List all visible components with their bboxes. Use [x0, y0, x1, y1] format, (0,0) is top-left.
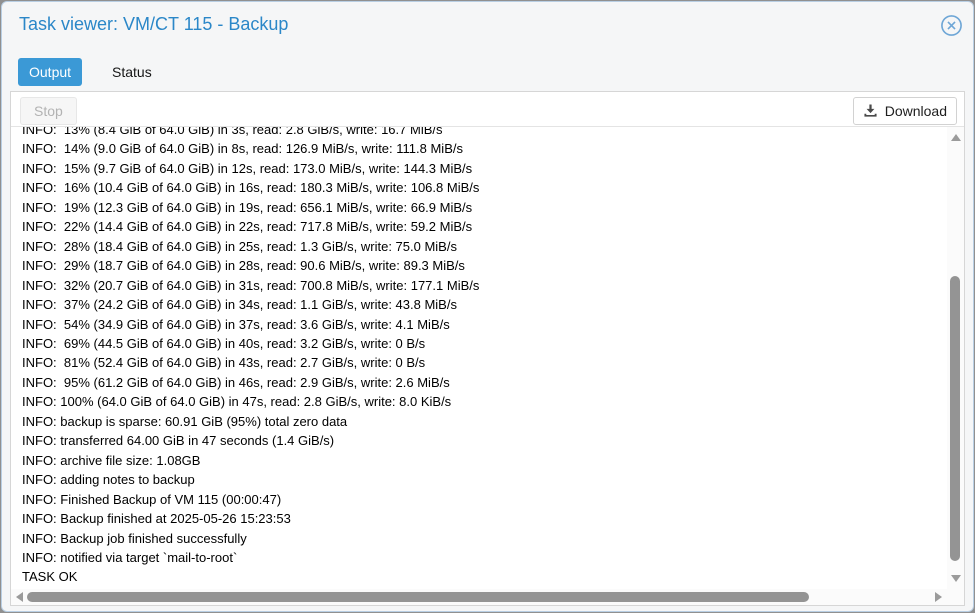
log-line: INFO: 14% (9.0 GiB of 64.0 GiB) in 8s, r…	[22, 139, 942, 158]
log-line: INFO: 100% (64.0 GiB of 64.0 GiB) in 47s…	[22, 392, 942, 411]
log-line: INFO: 15% (9.7 GiB of 64.0 GiB) in 12s, …	[22, 159, 942, 178]
log-line: INFO: archive file size: 1.08GB	[22, 451, 942, 470]
download-button[interactable]: Download	[853, 97, 957, 125]
log-line: INFO: Backup job finished successfully	[22, 529, 942, 548]
download-icon	[863, 104, 878, 118]
log-line: INFO: backup is sparse: 60.91 GiB (95%) …	[22, 412, 942, 431]
toolbar: Stop Download	[11, 92, 964, 127]
title-bar: Task viewer: VM/CT 115 - Backup	[2, 2, 973, 52]
scroll-right-arrow-icon[interactable]	[935, 592, 942, 602]
log-line: INFO: notified via target `mail-to-root`	[22, 548, 942, 567]
stop-button[interactable]: Stop	[20, 97, 77, 125]
log-output: INFO: 13% (8.4 GiB of 64.0 GiB) in 3s, r…	[22, 127, 942, 587]
log-line: TASK OK	[22, 567, 942, 586]
tab-output[interactable]: Output	[18, 58, 82, 86]
vertical-scrollbar[interactable]	[947, 127, 964, 589]
log-line: INFO: 81% (52.4 GiB of 64.0 GiB) in 43s,…	[22, 353, 942, 372]
log-line: INFO: 37% (24.2 GiB of 64.0 GiB) in 34s,…	[22, 295, 942, 314]
log-line: INFO: 29% (18.7 GiB of 64.0 GiB) in 28s,…	[22, 256, 942, 275]
log-line: INFO: transferred 64.00 GiB in 47 second…	[22, 431, 942, 450]
task-panel: Stop Download INFO: 13% (8.4 GiB of 64.0…	[10, 91, 965, 606]
log-line: INFO: 32% (20.7 GiB of 64.0 GiB) in 31s,…	[22, 276, 942, 295]
horizontal-scroll-thumb[interactable]	[27, 592, 809, 602]
scroll-up-arrow-icon[interactable]	[951, 134, 961, 141]
log-line: INFO: 16% (10.4 GiB of 64.0 GiB) in 16s,…	[22, 178, 942, 197]
download-button-label: Download	[885, 103, 947, 119]
scroll-down-arrow-icon[interactable]	[951, 575, 961, 582]
log-line: INFO: 13% (8.4 GiB of 64.0 GiB) in 3s, r…	[22, 127, 942, 139]
task-viewer-window: Task viewer: VM/CT 115 - Backup Output S…	[1, 1, 974, 612]
log-line: INFO: adding notes to backup	[22, 470, 942, 489]
log-line: INFO: 95% (61.2 GiB of 64.0 GiB) in 46s,…	[22, 373, 942, 392]
log-line: INFO: 69% (44.5 GiB of 64.0 GiB) in 40s,…	[22, 334, 942, 353]
log-line: INFO: 28% (18.4 GiB of 64.0 GiB) in 25s,…	[22, 237, 942, 256]
window-title: Task viewer: VM/CT 115 - Backup	[19, 14, 288, 35]
close-icon[interactable]	[940, 14, 963, 37]
log-line: INFO: 22% (14.4 GiB of 64.0 GiB) in 22s,…	[22, 217, 942, 236]
vertical-scroll-thumb[interactable]	[950, 276, 960, 561]
tab-bar: Output Status	[18, 57, 163, 87]
screen-backdrop: Task viewer: VM/CT 115 - Backup Output S…	[0, 0, 975, 613]
tab-status[interactable]: Status	[101, 58, 163, 86]
log-line: INFO: Backup finished at 2025-05-26 15:2…	[22, 509, 942, 528]
log-viewport: INFO: 13% (8.4 GiB of 64.0 GiB) in 3s, r…	[11, 127, 964, 605]
scrollbar-corner	[947, 589, 964, 605]
log-line: INFO: Finished Backup of VM 115 (00:00:4…	[22, 490, 942, 509]
horizontal-scrollbar[interactable]	[11, 589, 947, 605]
log-line: INFO: 19% (12.3 GiB of 64.0 GiB) in 19s,…	[22, 198, 942, 217]
log-line: INFO: 54% (34.9 GiB of 64.0 GiB) in 37s,…	[22, 315, 942, 334]
scroll-left-arrow-icon[interactable]	[16, 592, 23, 602]
